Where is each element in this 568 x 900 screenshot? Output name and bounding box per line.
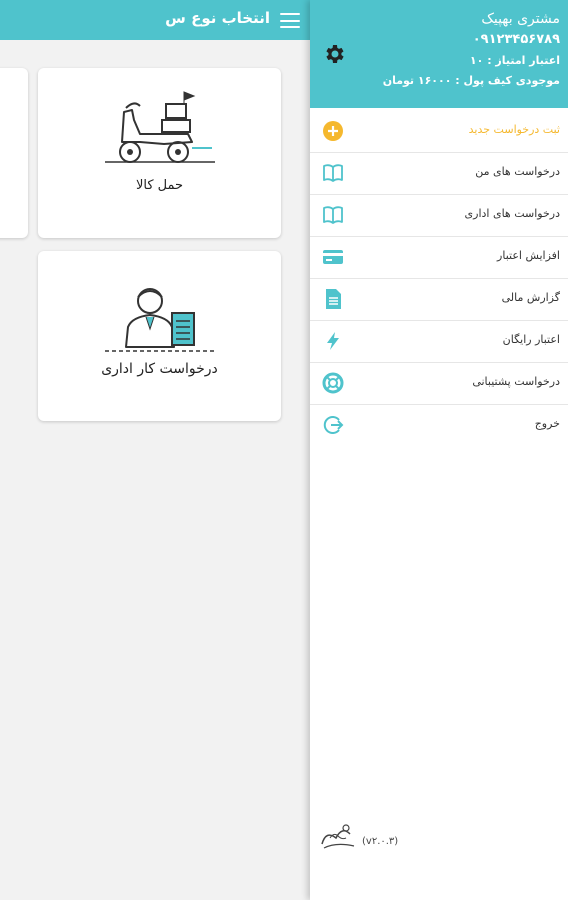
service-card-goods[interactable]: حمل کالا [38, 68, 281, 238]
lightning-icon [322, 330, 344, 352]
scooter-icon [105, 91, 215, 163]
service-card-partial[interactable] [0, 68, 28, 238]
drawer-header: مشتری بهپیک ۰۹۱۲۳۴۵۶۷۸۹ اعتبار امتیاز : … [310, 0, 568, 108]
exit-icon [322, 414, 344, 436]
menu-item-my-requests[interactable]: درخواست های من [310, 152, 568, 195]
app-logo-icon [321, 824, 355, 849]
plus-circle-icon [322, 120, 344, 142]
menu-item-support-request[interactable]: درخواست پشتیبانی [310, 362, 568, 405]
navigation-drawer: مشتری بهپیک ۰۹۱۲۳۴۵۶۷۸۹ اعتبار امتیاز : … [310, 0, 568, 900]
menu-item-increase-credit[interactable]: افزایش اعتبار [310, 236, 568, 279]
wallet-balance: موجودی کیف پول : ۱۶۰۰۰ تومان [382, 74, 560, 87]
menu-item-office-requests[interactable]: درخواست های اداری [310, 194, 568, 237]
credit-card-icon [322, 246, 344, 268]
phone-number: ۰۹۱۲۳۴۵۶۷۸۹ [472, 32, 560, 47]
menu-item-financial-report[interactable]: گزارش مالی [310, 278, 568, 321]
menu-item-free-credit[interactable]: اعتبار رایگان [310, 320, 568, 363]
card-goods-label: حمل کالا [135, 178, 184, 193]
office-worker-icon [105, 288, 215, 352]
customer-name: مشتری بهپیک [481, 11, 560, 27]
card-office-label: درخواست کار اداری [101, 361, 218, 377]
menu-item-label: درخواست های اداری [464, 207, 560, 220]
app-version: (v۲.۰.۳) [362, 836, 399, 847]
page-title: انتخاب نوع س [165, 9, 270, 27]
menu-item-label: خروج [534, 417, 560, 430]
menu-item-new-request[interactable]: ثبت درخواست جدید [310, 110, 568, 153]
menu-item-logout[interactable]: خروج [310, 404, 568, 446]
menu-item-label: اعتبار رایگان [502, 333, 560, 346]
menu-item-label: درخواست های من [475, 165, 560, 178]
hamburger-menu-icon[interactable] [280, 13, 300, 28]
menu-item-label: گزارش مالی [501, 291, 560, 304]
report-icon [322, 288, 344, 310]
gear-icon[interactable] [322, 42, 346, 66]
book-icon [322, 204, 344, 226]
app-bar: انتخاب نوع س [0, 0, 312, 40]
book-icon [322, 162, 344, 184]
points-credit: اعتبار امتیاز : ۱۰ [469, 54, 560, 67]
menu-item-label: درخواست پشتیبانی [472, 375, 560, 388]
lifebuoy-icon [322, 372, 344, 394]
menu-item-label: افزایش اعتبار [497, 249, 560, 262]
menu-item-label: ثبت درخواست جدید [468, 123, 560, 136]
service-card-office[interactable]: درخواست کار اداری [38, 251, 281, 421]
